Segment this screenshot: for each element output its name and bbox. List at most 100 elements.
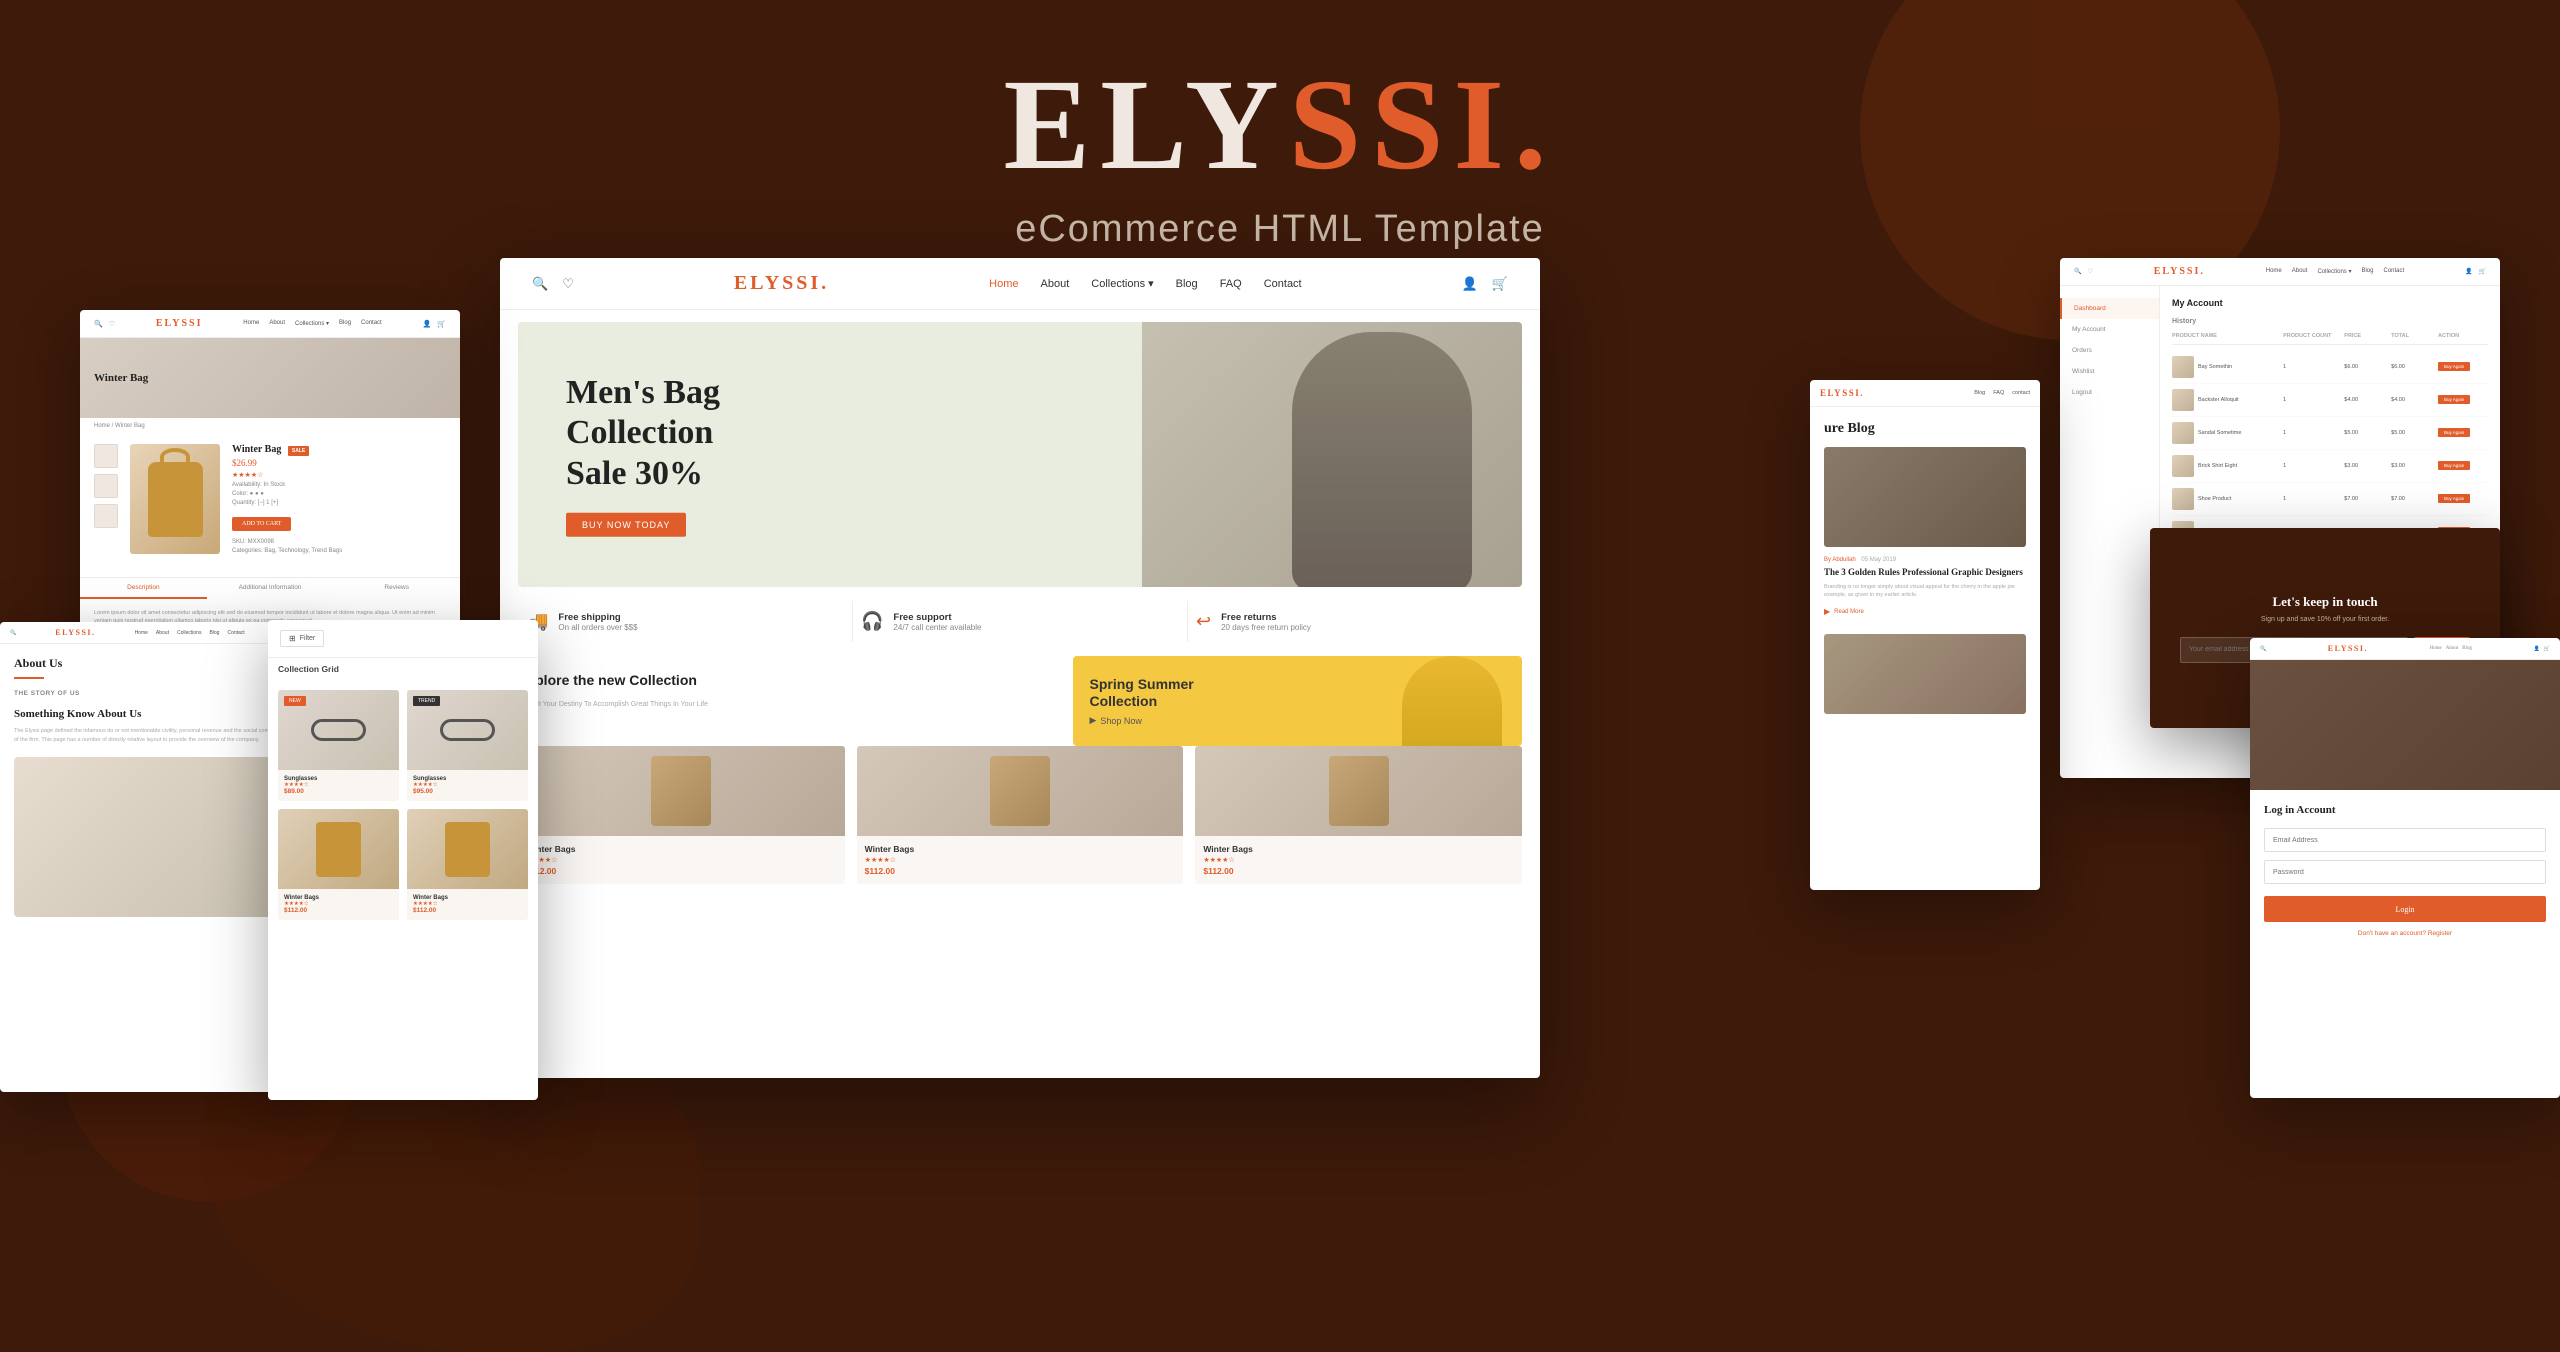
rm-nav-home[interactable]: Home <box>2266 268 2282 275</box>
rm-account-icon[interactable]: 👤 <box>2465 268 2472 275</box>
feature-shipping-desc: On all orders over $$$ <box>558 623 637 632</box>
promo-shop-now[interactable]: ▶ Shop Now <box>1089 715 1193 726</box>
product-price-0: $112.00 <box>526 866 837 876</box>
search-icon[interactable]: 🔍 <box>532 276 548 292</box>
blm-nav-blog[interactable]: Blog <box>209 630 219 636</box>
grid-card-img-1: TREND <box>407 690 528 770</box>
rm-product-thumb-3 <box>2172 455 2194 477</box>
add-to-cart-button[interactable]: ADD TO CART <box>232 517 291 531</box>
log-email-input[interactable] <box>2264 828 2546 852</box>
bm-nav-faq[interactable]: FAQ <box>1993 390 2004 396</box>
hero-cta-button[interactable]: BUY NOW TODAY <box>566 513 686 537</box>
rm-nav-blog[interactable]: Blog <box>2361 268 2373 275</box>
lm-quantity: Quantity: [−] 1 [+] <box>232 500 446 506</box>
hero-banner: Men's Bag Collection Sale 30% BUY NOW TO… <box>518 322 1522 587</box>
log-login-button[interactable]: Login <box>2264 896 2546 922</box>
lm-tab-description[interactable]: Description <box>80 578 207 599</box>
rm-product-thumb-2 <box>2172 422 2194 444</box>
blog-content: By Abdullah 05 May 2019 The 3 Golden Rul… <box>1810 547 2040 626</box>
rm-action-btn-2[interactable]: Buy Again <box>2438 428 2470 437</box>
log-nav-blog[interactable]: Blog <box>2462 646 2472 651</box>
blm-nav-home[interactable]: Home <box>135 630 148 636</box>
log-nav-about[interactable]: About <box>2446 646 2459 651</box>
lm-nav-home[interactable]: Home <box>243 320 259 327</box>
nav-link-home[interactable]: Home <box>989 278 1018 290</box>
lm-tab-reviews[interactable]: Reviews <box>333 578 460 599</box>
filter-button[interactable]: ⊞ Filter <box>280 630 324 647</box>
rm-sidebar-dashboard[interactable]: Dashboard <box>2060 298 2159 319</box>
blog-secondary-image <box>1824 634 2026 714</box>
product-name-2: Winter Bags <box>1203 844 1514 854</box>
log-password-input[interactable] <box>2264 860 2546 884</box>
log-register-button[interactable]: Register <box>2428 930 2452 937</box>
blm-nav-contact[interactable]: Contact <box>227 630 244 636</box>
nav-icons-right: 👤 🛒 <box>1462 276 1508 292</box>
grid-card-2: Winter Bags ★★★★☆ $112.00 <box>278 809 399 920</box>
lm-account-icon[interactable]: 👤 <box>423 320 432 328</box>
rm-nav-collections[interactable]: Collections ▾ <box>2317 268 2351 275</box>
blm-nav-about[interactable]: About <box>156 630 169 636</box>
blm-nav-collections[interactable]: Collections <box>177 630 201 636</box>
account-icon[interactable]: 👤 <box>1462 276 1478 292</box>
read-more-link[interactable]: ▶ Read More <box>1824 607 2026 616</box>
rm-cell-qty-2: 1 <box>2283 430 2340 436</box>
grid-card-img-0: NEW <box>278 690 399 770</box>
rm-sidebar-wishlist[interactable]: Wishlist <box>2060 361 2159 382</box>
nav-link-about[interactable]: About <box>1041 278 1070 290</box>
rm-wishlist-icon[interactable]: ♡ <box>2087 268 2092 275</box>
blog-mockup: ELYSSI. Blog FAQ contact ure Blog By Abd… <box>1810 380 2040 890</box>
lm-nav-collections[interactable]: Collections ▾ <box>295 320 329 327</box>
breadcrumb: Home / Winter Bag <box>80 418 460 434</box>
rm-action-btn-4[interactable]: Buy Again <box>2438 494 2470 503</box>
log-cart-icon[interactable]: 🛒 <box>2544 646 2550 652</box>
rm-action-btn-0[interactable]: Buy Again <box>2438 362 2470 371</box>
lm-thumb-0[interactable] <box>94 444 118 468</box>
blm-search-icon[interactable]: 🔍 <box>10 630 16 636</box>
rm-action-btn-1[interactable]: Buy Again <box>2438 395 2470 404</box>
bm-nav-contact[interactable]: contact <box>2012 390 2030 396</box>
wishlist-icon[interactable]: ♡ <box>562 276 574 292</box>
lm-nav-contact[interactable]: Contact <box>361 320 382 327</box>
header-area: ELYSSI. eCommerce HTML Template <box>0 60 2560 251</box>
rm-th-action: Action <box>2438 333 2488 339</box>
log-account-icon[interactable]: 👤 <box>2534 646 2540 652</box>
cart-icon[interactable]: 🛒 <box>1492 276 1508 292</box>
blm-navbar: 🔍 ELYSSI. Home About Collections Blog Co… <box>0 622 300 644</box>
about-image <box>14 757 286 917</box>
lm-nav-about[interactable]: About <box>269 320 285 327</box>
rm-cart-icon[interactable]: 🛒 <box>2479 268 2486 275</box>
log-form-title: Log in Account <box>2264 804 2546 816</box>
rm-sidebar-account[interactable]: My Account <box>2060 319 2159 340</box>
nav-link-faq[interactable]: FAQ <box>1220 278 1242 290</box>
rm-order-row-1: Backster Alloquit 1 $4.00 $4.00 Buy Agai… <box>2172 384 2488 417</box>
nav-brand: ELYSSI. <box>734 272 829 295</box>
rm-action-btn-3[interactable]: Buy Again <box>2438 461 2470 470</box>
about-heading-divider <box>14 677 44 679</box>
feature-support-desc: 24/7 call center available <box>893 623 981 632</box>
lm-nav-blog[interactable]: Blog <box>339 320 351 327</box>
lm-thumb-2[interactable] <box>94 504 118 528</box>
lm-wishlist-icon[interactable]: ♡ <box>109 320 115 328</box>
lm-cart-icon[interactable]: 🛒 <box>437 320 446 328</box>
collection-subtext: Make It Your Destiny To Accomplish Great… <box>518 700 1059 710</box>
nav-link-blog[interactable]: Blog <box>1176 278 1198 290</box>
lm-thumb-1[interactable] <box>94 474 118 498</box>
lm-categories: Categories: Bag, Technology, Trend Bags <box>232 548 446 554</box>
product-price-2: $112.00 <box>1203 866 1514 876</box>
log-search-icon[interactable]: 🔍 <box>2260 646 2266 652</box>
bm-nav-blog[interactable]: Blog <box>1974 390 1985 396</box>
rm-cell-qty-4: 1 <box>2283 496 2340 502</box>
lm-search-icon[interactable]: 🔍 <box>94 320 103 328</box>
rm-cell-price-4: $7.00 <box>2344 496 2387 502</box>
blm-nav-links: Home About Collections Blog Contact <box>135 630 245 636</box>
rm-sidebar-logout[interactable]: Logout <box>2060 382 2159 403</box>
log-nav-home[interactable]: Home <box>2430 646 2442 651</box>
nav-link-collections[interactable]: Collections ▾ <box>1091 277 1153 290</box>
rm-nav-about[interactable]: About <box>2292 268 2308 275</box>
rm-nav-contact[interactable]: Contact <box>2383 268 2404 275</box>
rm-search-icon[interactable]: 🔍 <box>2074 268 2081 275</box>
nav-link-contact[interactable]: Contact <box>1264 278 1302 290</box>
rm-product-thumb-1 <box>2172 389 2194 411</box>
rm-sidebar-orders[interactable]: Orders <box>2060 340 2159 361</box>
lm-tab-additional[interactable]: Additional Information <box>207 578 334 599</box>
